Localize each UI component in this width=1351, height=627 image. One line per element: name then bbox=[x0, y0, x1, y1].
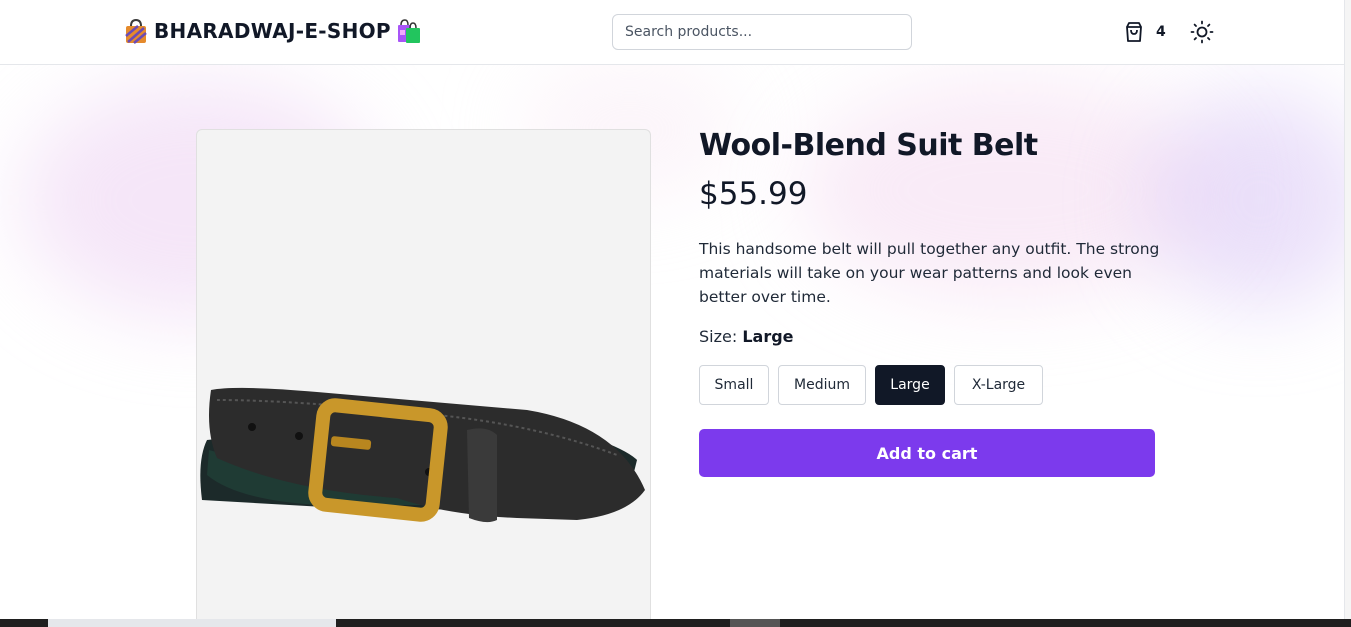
shopping-bag-outline-icon bbox=[1126, 22, 1142, 42]
selected-size: Large bbox=[742, 327, 794, 346]
page-scrollbar[interactable] bbox=[1344, 0, 1351, 619]
product-image bbox=[196, 129, 651, 627]
taskbar-window[interactable] bbox=[730, 619, 780, 627]
shopping-bag-icon bbox=[125, 18, 147, 44]
size-large-button[interactable]: Large bbox=[875, 365, 945, 405]
top-navbar: BHARADWAJ-E-SHOP 4 bbox=[0, 0, 1351, 65]
size-medium-button[interactable]: Medium bbox=[778, 365, 866, 405]
size-small-button[interactable]: Small bbox=[699, 365, 769, 405]
cart-count: 4 bbox=[1156, 24, 1166, 40]
product-description: This handsome belt will pull together an… bbox=[699, 240, 1160, 306]
os-taskbar bbox=[0, 619, 1351, 627]
brand-logo[interactable]: BHARADWAJ-E-SHOP bbox=[124, 18, 421, 44]
size-xlarge-button[interactable]: X-Large bbox=[954, 365, 1043, 405]
size-label: Size: Large bbox=[699, 327, 794, 346]
brand-name: BHARADWAJ-E-SHOP bbox=[154, 19, 391, 43]
taskbar-window[interactable] bbox=[48, 619, 336, 627]
cart-button[interactable]: 4 bbox=[1124, 21, 1166, 43]
size-options: Small Medium Large X-Large bbox=[699, 365, 1043, 405]
size-label-text: Size: bbox=[699, 327, 738, 346]
sun-icon[interactable] bbox=[1190, 20, 1214, 44]
product-title: Wool-Blend Suit Belt bbox=[699, 128, 1038, 163]
add-to-cart-button[interactable]: Add to cart bbox=[699, 429, 1155, 477]
belt-image bbox=[200, 387, 645, 523]
product-price: $55.99 bbox=[699, 176, 808, 212]
shopping-bags-icon bbox=[397, 19, 420, 43]
search-input[interactable] bbox=[612, 14, 912, 50]
